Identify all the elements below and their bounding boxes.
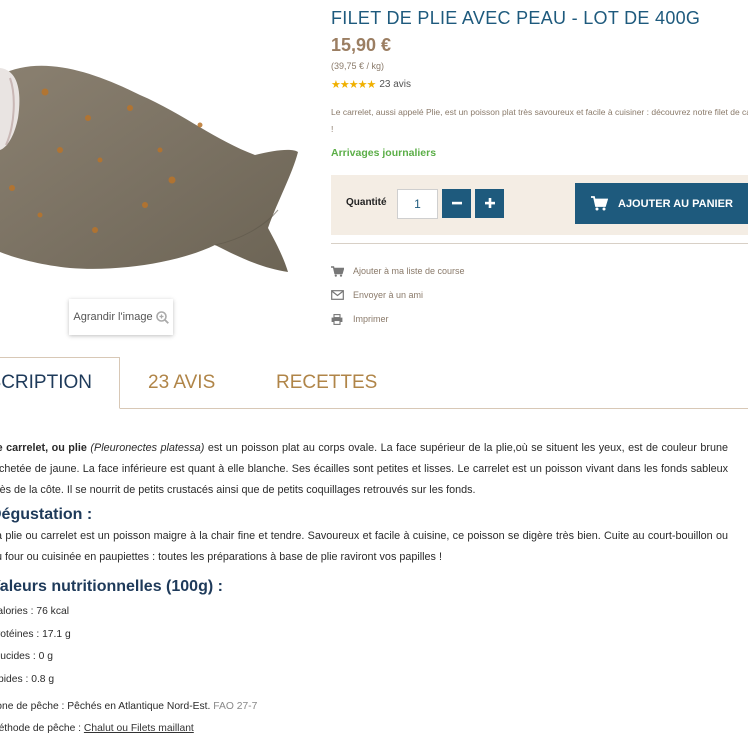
availability-status: Arrivages journaliers bbox=[331, 147, 437, 159]
quantity-increase-button[interactable] bbox=[475, 189, 504, 218]
quantity-label: Quantité bbox=[346, 197, 387, 208]
printer-icon bbox=[331, 313, 353, 325]
fishing-method-label: Méthode de pêche : bbox=[0, 723, 82, 734]
fishing-zone: Zone de pêche : Pêchés en Atlantique Nor… bbox=[0, 696, 728, 718]
nutrition-item: Protéines : 17.1 g bbox=[0, 628, 71, 640]
fishing-method: Méthode de pêche : Chalut ou Filets mail… bbox=[0, 718, 728, 740]
intro-bold: Le carrelet, ou plie bbox=[0, 442, 87, 454]
taste-heading: Dégustation : bbox=[0, 506, 93, 523]
product-actions: Ajouter à ma liste de course Envoyer à u… bbox=[331, 259, 465, 331]
description-content: Le carrelet, ou plie (Pleuronectes plate… bbox=[0, 438, 728, 740]
tab-description[interactable]: DESCRIPTION bbox=[0, 357, 120, 409]
quantity-input[interactable]: 1 bbox=[397, 189, 438, 219]
product-price: 15,90 € bbox=[331, 35, 392, 55]
tab-recipes[interactable]: RECETTES bbox=[276, 357, 377, 409]
fishing-zone-text: Zone de pêche : Pêchés en Atlantique Nor… bbox=[0, 701, 211, 712]
nutrition-item: Calories : 76 kcal bbox=[0, 606, 69, 617]
product-rating[interactable]: ★★★★★ 23 avis bbox=[331, 78, 411, 91]
action-label: Imprimer bbox=[353, 314, 389, 324]
tab-label: DESCRIPTION bbox=[0, 372, 92, 393]
unit-price: (39,75 € / kg) bbox=[331, 61, 385, 71]
action-label: Envoyer à un ami bbox=[353, 290, 424, 300]
nutrition-item: Glucides : 0 g bbox=[0, 651, 53, 662]
quantity-decrease-button[interactable] bbox=[442, 189, 471, 218]
zoom-image-button[interactable]: Agrandir l'image bbox=[69, 299, 173, 335]
product-image[interactable] bbox=[0, 0, 300, 300]
nutrition-heading: Valeurs nutritionnelles (100g) : bbox=[0, 578, 223, 595]
reviews-count-link[interactable]: 23 avis bbox=[379, 79, 411, 90]
cart-icon bbox=[331, 265, 353, 277]
plus-icon bbox=[484, 193, 496, 214]
zoom-in-icon bbox=[155, 310, 169, 324]
fish-fillet-image bbox=[0, 65, 298, 272]
add-to-shopping-list-link[interactable]: Ajouter à ma liste de course bbox=[331, 259, 465, 283]
product-tabs: DESCRIPTION 23 AVIS RECETTES bbox=[0, 357, 748, 409]
product-title: FILET DE PLIE AVEC PEAU - LOT DE 400G bbox=[331, 8, 701, 28]
taste-paragraph: La plie ou carrelet est un poisson maigr… bbox=[0, 530, 728, 563]
fao-code: FAO 27-7 bbox=[213, 701, 258, 712]
fishing-method-link[interactable]: Chalut ou Filets maillant bbox=[84, 723, 194, 734]
add-to-cart-label: AJOUTER AU PANIER bbox=[618, 197, 733, 210]
send-to-friend-link[interactable]: Envoyer à un ami bbox=[331, 283, 465, 307]
print-link[interactable]: Imprimer bbox=[331, 307, 465, 331]
intro-paragraph: Le carrelet, ou plie (Pleuronectes plate… bbox=[0, 438, 728, 501]
intro-latin-name: (Pleuronectes platessa) bbox=[90, 442, 205, 454]
zoom-label: Agrandir l'image bbox=[73, 311, 153, 323]
fishing-info: Zone de pêche : Pêchés en Atlantique Nor… bbox=[0, 696, 728, 740]
short-description: Le carrelet, aussi appelé Plie, est un p… bbox=[331, 107, 748, 134]
envelope-icon bbox=[331, 290, 353, 300]
nutrition-list: Calories : 76 kcal Protéines : 17.1 g Gl… bbox=[0, 601, 728, 691]
action-label: Ajouter à ma liste de course bbox=[353, 266, 465, 276]
minus-icon bbox=[451, 193, 463, 214]
add-to-cart-button[interactable]: AJOUTER AU PANIER bbox=[575, 183, 748, 224]
rating-stars: ★★★★★ bbox=[331, 79, 376, 91]
add-to-cart-panel: Quantité 1 AJOUTER AU PANIER bbox=[331, 175, 748, 235]
nutrition-item: Lipides : 0.8 g bbox=[0, 673, 55, 685]
divider bbox=[331, 243, 748, 244]
cart-icon bbox=[591, 196, 608, 211]
tab-reviews[interactable]: 23 AVIS bbox=[148, 357, 215, 409]
